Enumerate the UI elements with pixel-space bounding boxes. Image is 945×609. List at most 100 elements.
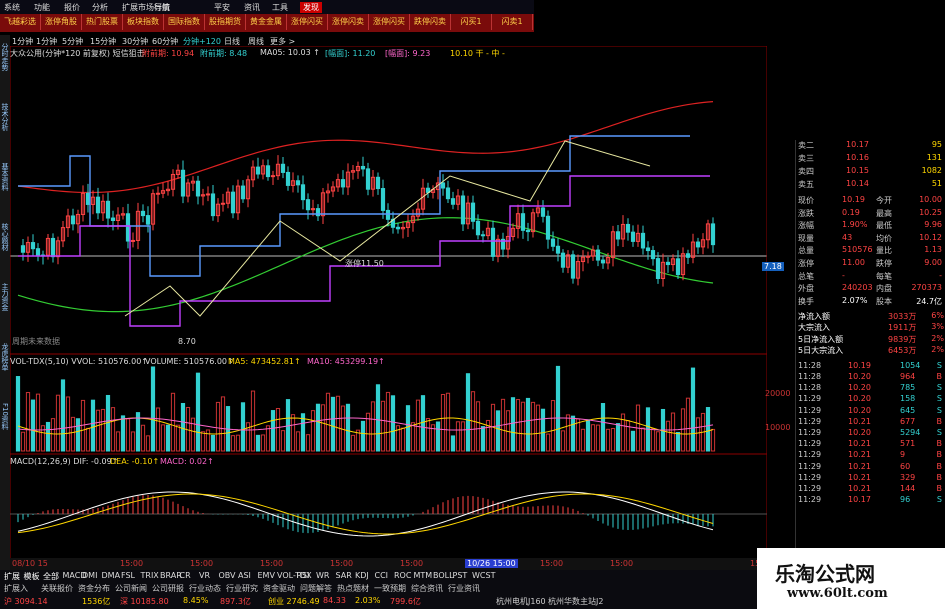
status-tab-4[interactable]: 公司研报: [152, 583, 184, 594]
indicator-tab-9[interactable]: CR: [180, 571, 191, 580]
volume-bar: [510, 397, 516, 452]
menu-item-2[interactable]: 报价: [64, 2, 80, 13]
ask-volume: 131: [926, 153, 942, 162]
indicator-tab-8[interactable]: BRAR: [160, 571, 182, 580]
status-tab-7[interactable]: 资金驱动: [263, 583, 295, 594]
tab-10[interactable]: 跌停闪卖: [410, 14, 451, 30]
tab-9[interactable]: 涨停闪买: [369, 14, 410, 30]
tab-12[interactable]: 闪卖1: [492, 14, 533, 30]
indicator-tab-12[interactable]: ASI: [238, 571, 251, 580]
menu-item-0[interactable]: 系统: [4, 2, 20, 13]
candle-body: [285, 171, 291, 186]
kline-chart[interactable]: 大众公用(分钟*120 前复权) 短信狙击 附前期: 10.94 附前期: 8.…: [9, 45, 790, 567]
volume-bar: [100, 408, 106, 452]
stat-value-b: 9.96: [924, 220, 942, 230]
menu-item-6[interactable]: 平安: [214, 2, 230, 13]
status-tab-2[interactable]: 资金分布: [78, 583, 110, 594]
tab-11[interactable]: 闪买1: [451, 14, 492, 30]
menu-item-8[interactable]: 工具: [272, 2, 288, 13]
indicator-tab-5[interactable]: DMA: [102, 571, 121, 580]
indicator-tab-4[interactable]: DMI: [82, 571, 97, 580]
tick-side: B: [936, 472, 943, 482]
indicator-tab-1[interactable]: 模板: [24, 571, 40, 582]
tick-row-1: 11:28 10.20 964 B: [796, 372, 945, 383]
candle-body: [375, 176, 381, 190]
indicator-tab-21[interactable]: MTM: [414, 571, 433, 580]
sidebar-item-0[interactable]: 分时走势: [1, 43, 9, 93]
indicator-tab-17[interactable]: SAR: [336, 571, 352, 580]
sidebar-item-6[interactable]: F10资料: [1, 403, 9, 453]
candle-body: [630, 231, 636, 242]
right-price-label: 7.18: [762, 262, 784, 271]
status-tab-11[interactable]: 综合资讯: [411, 583, 443, 594]
indicator-tab-0[interactable]: 扩展: [4, 571, 20, 582]
stat-label-b: 最低: [876, 221, 892, 231]
indicator-tab-7[interactable]: TRIX: [141, 571, 159, 580]
menu-item-5[interactable]: 导航: [154, 2, 170, 13]
tick-price: 10.21: [848, 484, 871, 493]
ask-row-3: 卖五 10.14 51: [796, 179, 945, 190]
candle-body: [380, 188, 386, 211]
status-tab-0[interactable]: 扩展入: [4, 583, 28, 594]
candle-body: [655, 258, 661, 279]
volume-bar: [150, 366, 156, 452]
tab-7[interactable]: 涨停闪买: [287, 14, 328, 30]
tab-3[interactable]: 板块指数: [123, 14, 164, 30]
capital-value: 24.7亿: [916, 296, 942, 306]
index-item-3: 8.45%: [183, 596, 209, 605]
volume-bar: [235, 434, 241, 452]
indicator-tab-22[interactable]: BOLL: [433, 571, 454, 580]
status-tab-5[interactable]: 行业动态: [189, 583, 221, 594]
indicator-tab-24[interactable]: WCST: [472, 571, 495, 580]
status-tab-8[interactable]: 问题解答: [300, 583, 332, 594]
indicator-tab-2[interactable]: 全部: [43, 571, 59, 582]
tab-0[interactable]: 飞越彩选: [0, 14, 41, 30]
status-tab-9[interactable]: 热点题材: [337, 583, 369, 594]
sidebar-item-5[interactable]: 龙虎榜单: [1, 343, 9, 393]
menu-item-1[interactable]: 功能: [34, 2, 50, 13]
status-tab-3[interactable]: 公司新闻: [115, 583, 147, 594]
peak-label: 涨停11.50: [345, 259, 384, 268]
index-item-5: 创业 2746.49: [268, 597, 320, 606]
stat-value-a: 43: [842, 232, 853, 242]
tick-price: 10.21: [848, 461, 871, 471]
tick-side: B: [936, 439, 943, 449]
indicator-tab-10[interactable]: VR: [199, 571, 210, 580]
sidebar-item-2[interactable]: 基本资料: [1, 163, 9, 213]
status-tab-10[interactable]: 一致预期: [374, 583, 406, 594]
flow-row-2: 5日净流入额 9839万 2%: [796, 334, 945, 345]
menu-item-3[interactable]: 分析: [92, 2, 108, 13]
indicator-tab-6[interactable]: FSL: [121, 571, 135, 580]
vol-title: VOL-TDX(5,10) VVOL: 510576.00↑: [10, 357, 148, 366]
indicator-tab-15[interactable]: RSI: [297, 571, 310, 580]
candle-body: [555, 245, 561, 254]
stat-value-a: 510576: [842, 245, 873, 255]
candle-body: [300, 184, 306, 201]
indicator-tab-16[interactable]: WR: [316, 571, 329, 580]
tab-6[interactable]: 黄金金属: [246, 14, 287, 30]
indicator-tab-19[interactable]: CCI: [375, 571, 389, 580]
flow-value: 6453万: [888, 346, 917, 356]
indicator-tab-11[interactable]: OBV: [219, 571, 236, 580]
tab-8[interactable]: 涨停闪卖: [328, 14, 369, 30]
volume-bar: [465, 373, 471, 452]
sidebar-item-1[interactable]: 技术分析: [1, 103, 9, 153]
indicator-tab-23[interactable]: PST: [453, 571, 468, 580]
sidebar-item-3[interactable]: 核心题材: [1, 223, 9, 273]
indicator-tab-13[interactable]: EMV: [258, 571, 275, 580]
menu-item-9[interactable]: 发现: [300, 2, 322, 13]
tick-side: S: [936, 428, 942, 437]
status-tab-12[interactable]: 行业资讯: [448, 583, 480, 594]
menu-item-7[interactable]: 资讯: [244, 2, 260, 13]
sidebar-item-4[interactable]: 主力资金: [1, 283, 9, 333]
tab-1[interactable]: 涨停角股: [41, 14, 82, 30]
candle-body: [340, 179, 346, 188]
indicator-tab-18[interactable]: KDJ: [355, 571, 369, 580]
tab-2[interactable]: 热门股票: [82, 14, 123, 30]
indicator-tab-20[interactable]: ROC: [394, 571, 411, 580]
status-tab-1[interactable]: 关联报价: [41, 583, 73, 594]
status-tab-6[interactable]: 行业研究: [226, 583, 258, 594]
stat-label-a: 外盘: [798, 284, 814, 294]
tab-4[interactable]: 国际指数: [164, 14, 205, 30]
tab-5[interactable]: 股指期货: [205, 14, 246, 30]
